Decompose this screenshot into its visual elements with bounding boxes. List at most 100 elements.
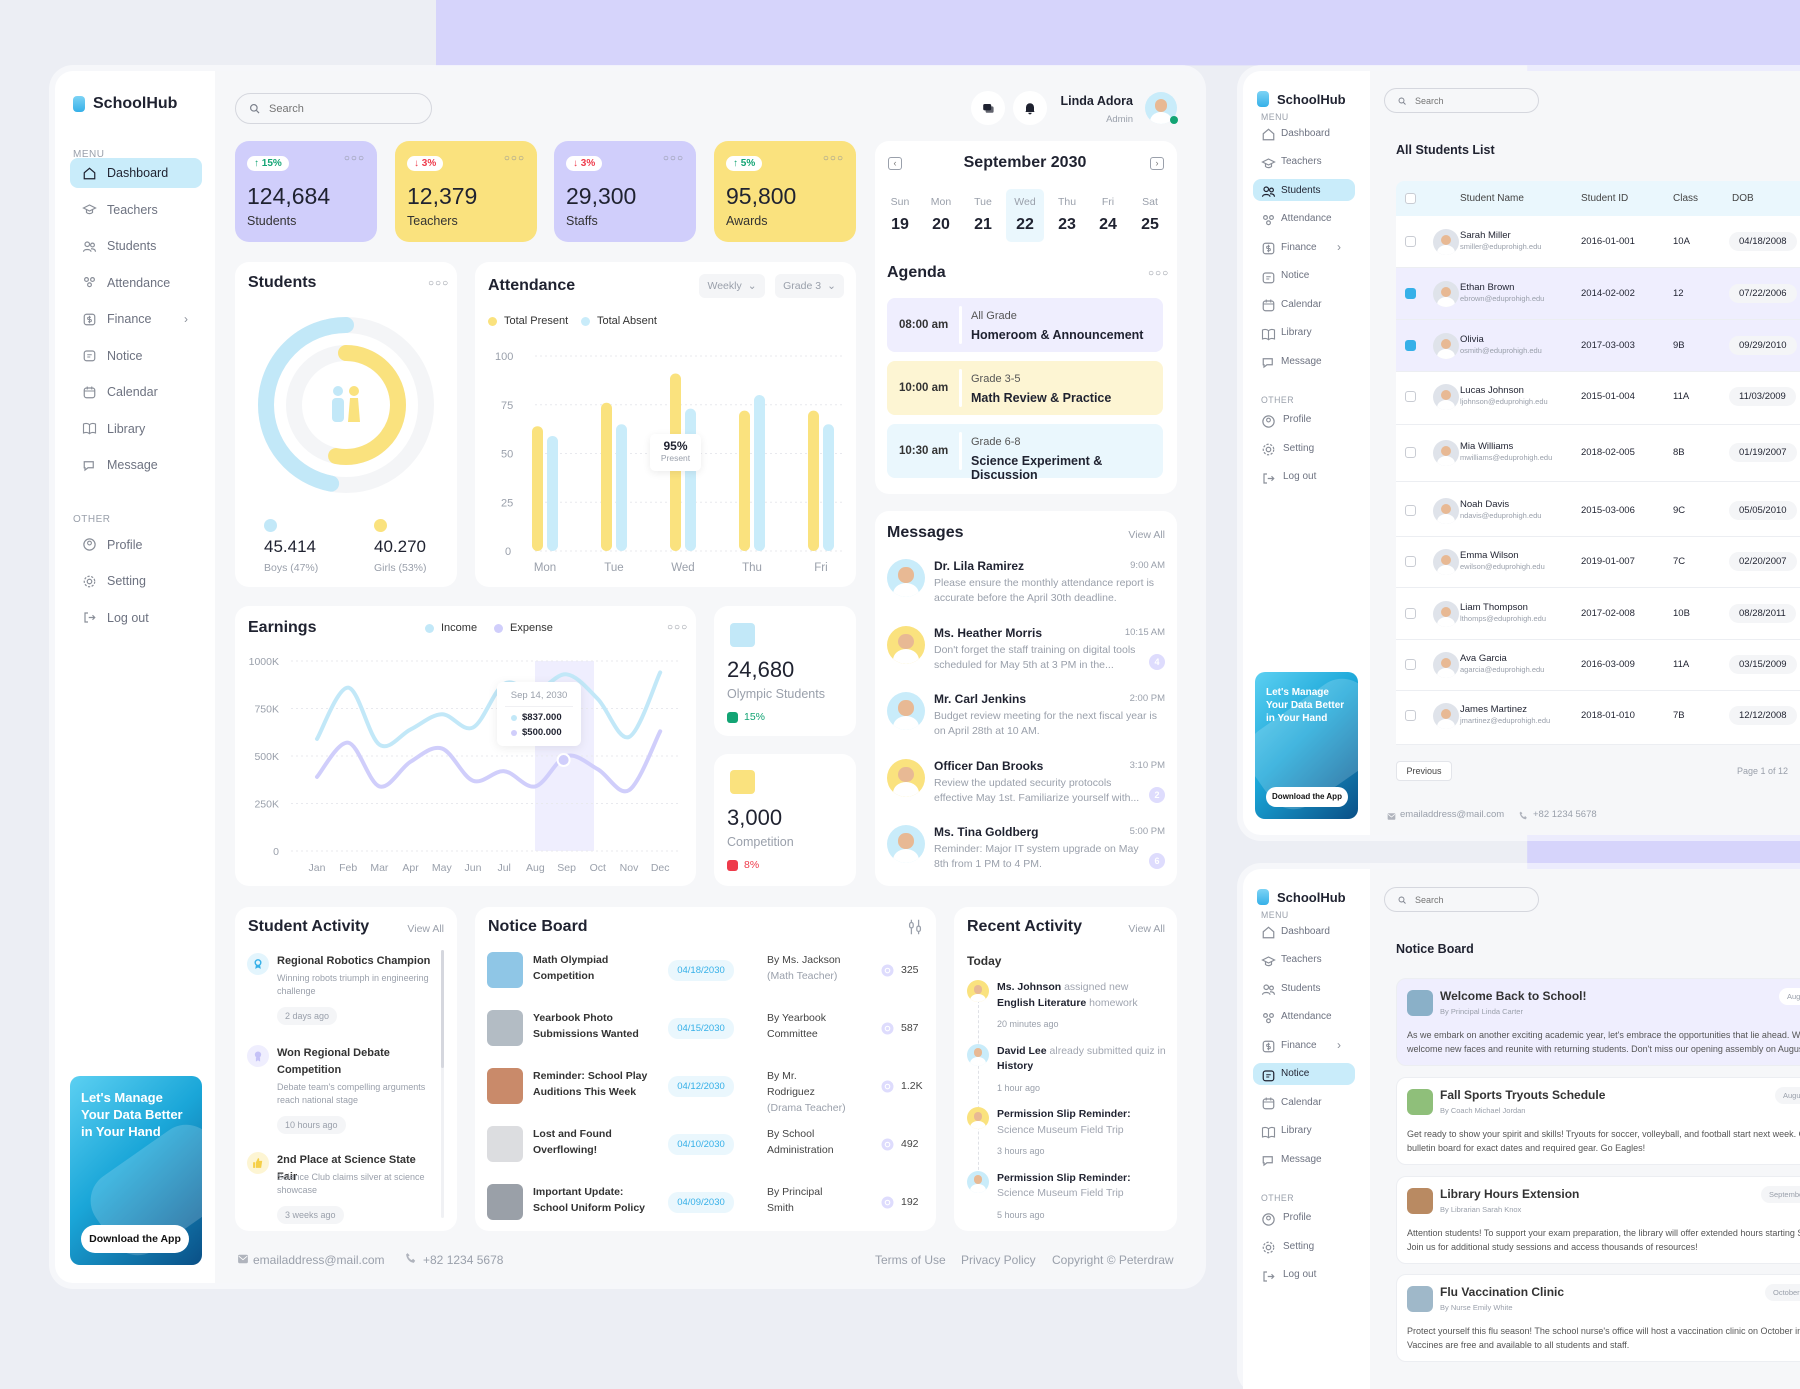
calendar-day[interactable]: Mon 20 [922, 189, 960, 242]
row-checkbox[interactable] [1405, 710, 1416, 721]
prev-month-button[interactable]: ‹ [888, 157, 902, 170]
footer-phone[interactable]: +82 1234 5678 [1533, 809, 1597, 820]
search-input[interactable] [235, 93, 432, 124]
select-all-checkbox[interactable] [1405, 193, 1416, 204]
footer-email[interactable]: emailaddress@mail.com [253, 1253, 385, 1267]
brand-logo[interactable]: SchoolHub [1257, 91, 1346, 107]
row-checkbox[interactable] [1405, 447, 1416, 458]
sidebar-item-teachers[interactable]: Teachers [70, 195, 202, 225]
table-row[interactable]: Ava Garcia agarcia@eduprohigh.edu 2016-03-… [1396, 639, 1800, 691]
sidebar-item-notice[interactable]: Notice [70, 341, 202, 371]
calendar-day[interactable]: Sun 19 [881, 189, 919, 242]
more-options-icon[interactable]: ○○○ [823, 153, 844, 164]
recent-activity-item[interactable]: David Lee already submitted quiz in Hist… [967, 1043, 1167, 1102]
sidebar-item-library[interactable]: Library [1253, 322, 1355, 344]
message-item[interactable]: Officer Dan Brooks 3:10 PM Review the upda… [887, 758, 1165, 819]
row-checkbox[interactable] [1405, 505, 1416, 516]
sidebar-item-calendar[interactable]: Calendar [1253, 293, 1355, 315]
search-field[interactable] [1415, 95, 1528, 106]
table-row[interactable]: Lucas Johnson ljohnson@eduprohigh.edu 2015… [1396, 371, 1800, 425]
stat-card-staffs[interactable]: ↓ 3% ○○○ 29,300 Staffs [554, 141, 696, 242]
row-checkbox[interactable] [1405, 236, 1416, 247]
table-row[interactable]: Liam Thompson lthomps@eduprohigh.edu 2017-… [1396, 588, 1800, 640]
notifications-button[interactable] [1013, 91, 1047, 125]
download-app-button[interactable]: Download the App [1266, 787, 1348, 807]
notice-row[interactable]: Yearbook Photo Submissions Wanted 04/15/2… [487, 1009, 927, 1049]
notice-row[interactable]: Math Olympiad Competition 04/18/2030 By Ms… [487, 951, 927, 991]
recent-activity-item[interactable]: Permission Slip Reminder: Science Museum… [967, 1107, 1167, 1165]
sidebar-item-setting[interactable]: Setting [1253, 437, 1355, 459]
calendar-day[interactable]: Thu 23 [1048, 189, 1086, 242]
sidebar-item-students[interactable]: Students [1253, 977, 1355, 999]
sidebar-item-notice[interactable]: Notice [1253, 265, 1355, 287]
sidebar-item-message[interactable]: Message [1253, 1148, 1355, 1170]
row-checkbox[interactable] [1405, 340, 1416, 351]
agenda-item[interactable]: 10:30 am Grade 6-8 Science Experiment & Di… [887, 424, 1163, 482]
stat-card-teachers[interactable]: ↓ 3% ○○○ 12,379 Teachers [395, 141, 537, 242]
competition-card[interactable]: 3,000 Competition 8% [714, 754, 856, 886]
sidebar-item-log-out[interactable]: Log out [70, 603, 202, 633]
recent-activity-item[interactable]: Permission Slip Reminder: Science Museum… [967, 1170, 1167, 1229]
scrollbar[interactable] [441, 950, 444, 1218]
sidebar-item-library[interactable]: Library [1253, 1120, 1355, 1142]
notice-panel-search[interactable] [1384, 887, 1539, 912]
brand-logo[interactable]: SchoolHub [73, 95, 177, 113]
column-header[interactable]: Class [1673, 193, 1698, 204]
olympic-card[interactable]: 24,680 Olympic Students 15% [714, 606, 856, 736]
sidebar-item-finance[interactable]: Finance › [1253, 236, 1355, 258]
footer-phone[interactable]: +82 1234 5678 [423, 1253, 503, 1267]
previous-page-button[interactable]: Previous [1396, 761, 1452, 781]
sidebar-item-calendar[interactable]: Calendar [70, 377, 202, 407]
row-checkbox[interactable] [1405, 391, 1416, 402]
table-row[interactable]: James Martinez jmartinez@eduprohigh.edu 20… [1396, 690, 1800, 745]
sidebar-item-log-out[interactable]: Log out [1253, 466, 1355, 488]
sidebar-item-log-out[interactable]: Log out [1253, 1264, 1355, 1286]
recent-activity-item[interactable]: Ms. Johnson assigned new English Literat… [967, 980, 1167, 1038]
recent-activity-view-all-link[interactable]: View All [1128, 923, 1165, 935]
sidebar-item-profile[interactable]: Profile [1253, 1207, 1355, 1229]
notice-card[interactable]: Fall Sports Tryouts Schedule By Coach Mic… [1396, 1077, 1800, 1165]
sidebar-item-message[interactable]: Message [70, 450, 202, 480]
row-checkbox[interactable] [1405, 659, 1416, 670]
sidebar-item-notice[interactable]: Notice [1253, 1062, 1355, 1085]
privacy-link[interactable]: Privacy Policy [961, 1253, 1036, 1267]
notice-card[interactable]: Flu Vaccination Clinic By Nurse Emily Whi… [1396, 1274, 1800, 1362]
sidebar-item-dashboard[interactable]: Dashboard [1253, 920, 1355, 942]
stat-card-students[interactable]: ↑ 15% ○○○ 124,684 Students [235, 141, 377, 242]
activity-item[interactable]: Won Regional Debate Competition Debate te… [247, 1045, 437, 1134]
footer-email[interactable]: emailaddress@mail.com [1400, 809, 1504, 820]
sidebar-item-attendance[interactable]: Attendance [1253, 208, 1355, 230]
sidebar-item-calendar[interactable]: Calendar [1253, 1091, 1355, 1113]
sidebar-item-teachers[interactable]: Teachers [1253, 949, 1355, 971]
sidebar-item-finance[interactable]: Finance › [70, 304, 202, 334]
sidebar-item-attendance[interactable]: Attendance [1253, 1006, 1355, 1028]
sidebar-item-students[interactable]: Students [70, 231, 202, 261]
more-options-icon[interactable]: ○○○ [504, 153, 525, 164]
calendar-day[interactable]: Tue 21 [964, 189, 1002, 242]
brand-logo[interactable]: SchoolHub [1257, 889, 1346, 905]
message-item[interactable]: Ms. Heather Morris 10:15 AM Don't forget t… [887, 625, 1165, 686]
table-row[interactable]: Sarah Miller smiller@eduprohigh.edu 2016-0… [1396, 216, 1800, 268]
terms-link[interactable]: Terms of Use [875, 1253, 946, 1267]
student-activity-view-all-link[interactable]: View All [407, 923, 444, 935]
search-field[interactable] [1415, 894, 1528, 905]
column-header[interactable]: Student ID [1581, 193, 1628, 204]
table-row[interactable]: Mia Williams mwilliams@eduprohigh.edu 2018… [1396, 425, 1800, 482]
more-options-icon[interactable]: ○○○ [663, 153, 684, 164]
row-checkbox[interactable] [1405, 288, 1416, 299]
column-header[interactable]: DOB [1732, 193, 1754, 204]
sidebar-item-setting[interactable]: Setting [70, 566, 202, 596]
message-item[interactable]: Ms. Tina Goldberg 5:00 PM Reminder: Major … [887, 825, 1165, 885]
agenda-item[interactable]: 08:00 am All Grade Homeroom & Announcement [887, 298, 1163, 352]
message-item[interactable]: Mr. Carl Jenkins 2:00 PM Budget review mee… [887, 692, 1165, 752]
message-item[interactable]: Dr. Lila Ramirez 9:00 AM Please ensure the… [887, 559, 1165, 619]
sidebar-item-dashboard[interactable]: Dashboard [1253, 122, 1355, 144]
notice-card[interactable]: Library Hours Extension By Librarian Sara… [1396, 1176, 1800, 1264]
more-options-icon[interactable]: ○○○ [344, 153, 365, 164]
notice-row[interactable]: Lost and Found Overflowing! 04/10/2030 By … [487, 1125, 927, 1165]
calendar-day[interactable]: Wed 22 [1006, 189, 1044, 242]
notice-row[interactable]: Reminder: School Play Auditions This Wee… [487, 1067, 927, 1114]
messages-view-all-link[interactable]: View All [1128, 529, 1165, 541]
next-month-button[interactable]: › [1150, 157, 1164, 170]
agenda-item[interactable]: 10:00 am Grade 3-5 Math Review & Practice [887, 361, 1163, 415]
